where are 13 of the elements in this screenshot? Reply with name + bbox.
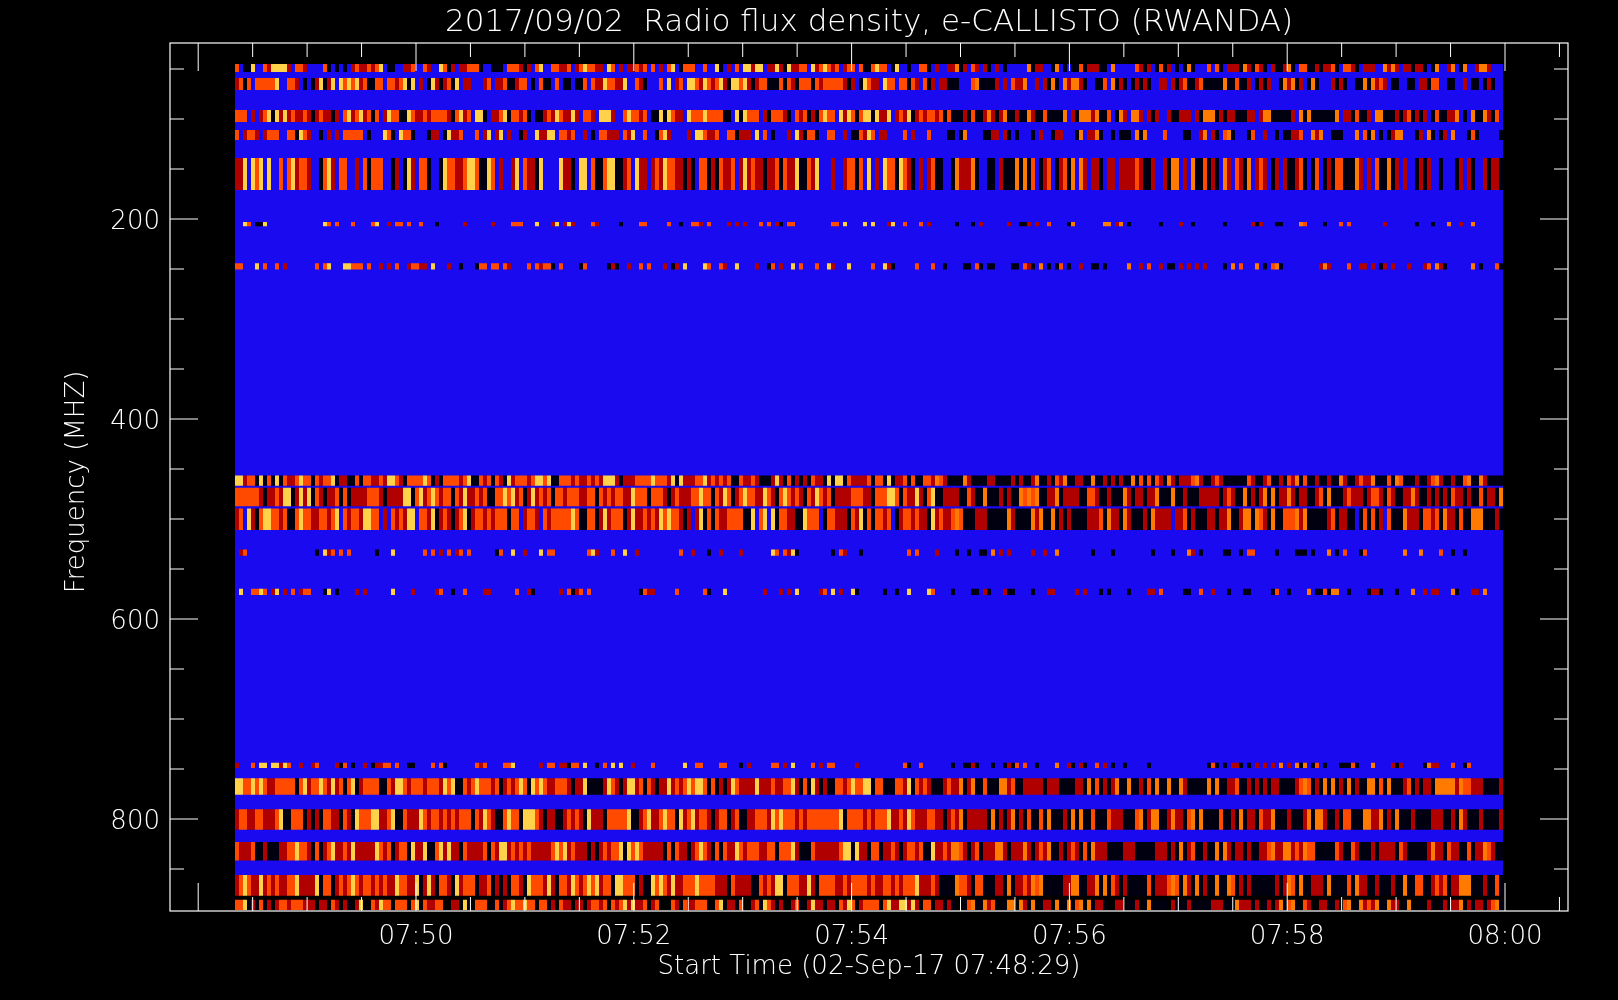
x-tick-label: 07:50 bbox=[378, 920, 454, 950]
x-tick-label: 07:54 bbox=[814, 920, 890, 950]
x-tick-label: 07:52 bbox=[596, 920, 672, 950]
y-tick-label: 200 bbox=[110, 205, 160, 235]
y-tick-label: 400 bbox=[110, 405, 160, 435]
x-tick-label: 07:56 bbox=[1031, 920, 1107, 950]
x-tick-label: 07:58 bbox=[1249, 920, 1325, 950]
x-tick-label: 08:00 bbox=[1467, 920, 1543, 950]
y-tick-label: 800 bbox=[110, 805, 160, 835]
x-axis-label: Start Time (02-Sep-17 07:48:29) bbox=[657, 950, 1081, 980]
y-axis-label: Frequency (MHZ) bbox=[60, 370, 90, 594]
plot-title: 2017/09/02 Radio flux density, e-CALLISTO (RWANDA) bbox=[444, 2, 1294, 38]
y-tick-label: 600 bbox=[110, 605, 160, 635]
